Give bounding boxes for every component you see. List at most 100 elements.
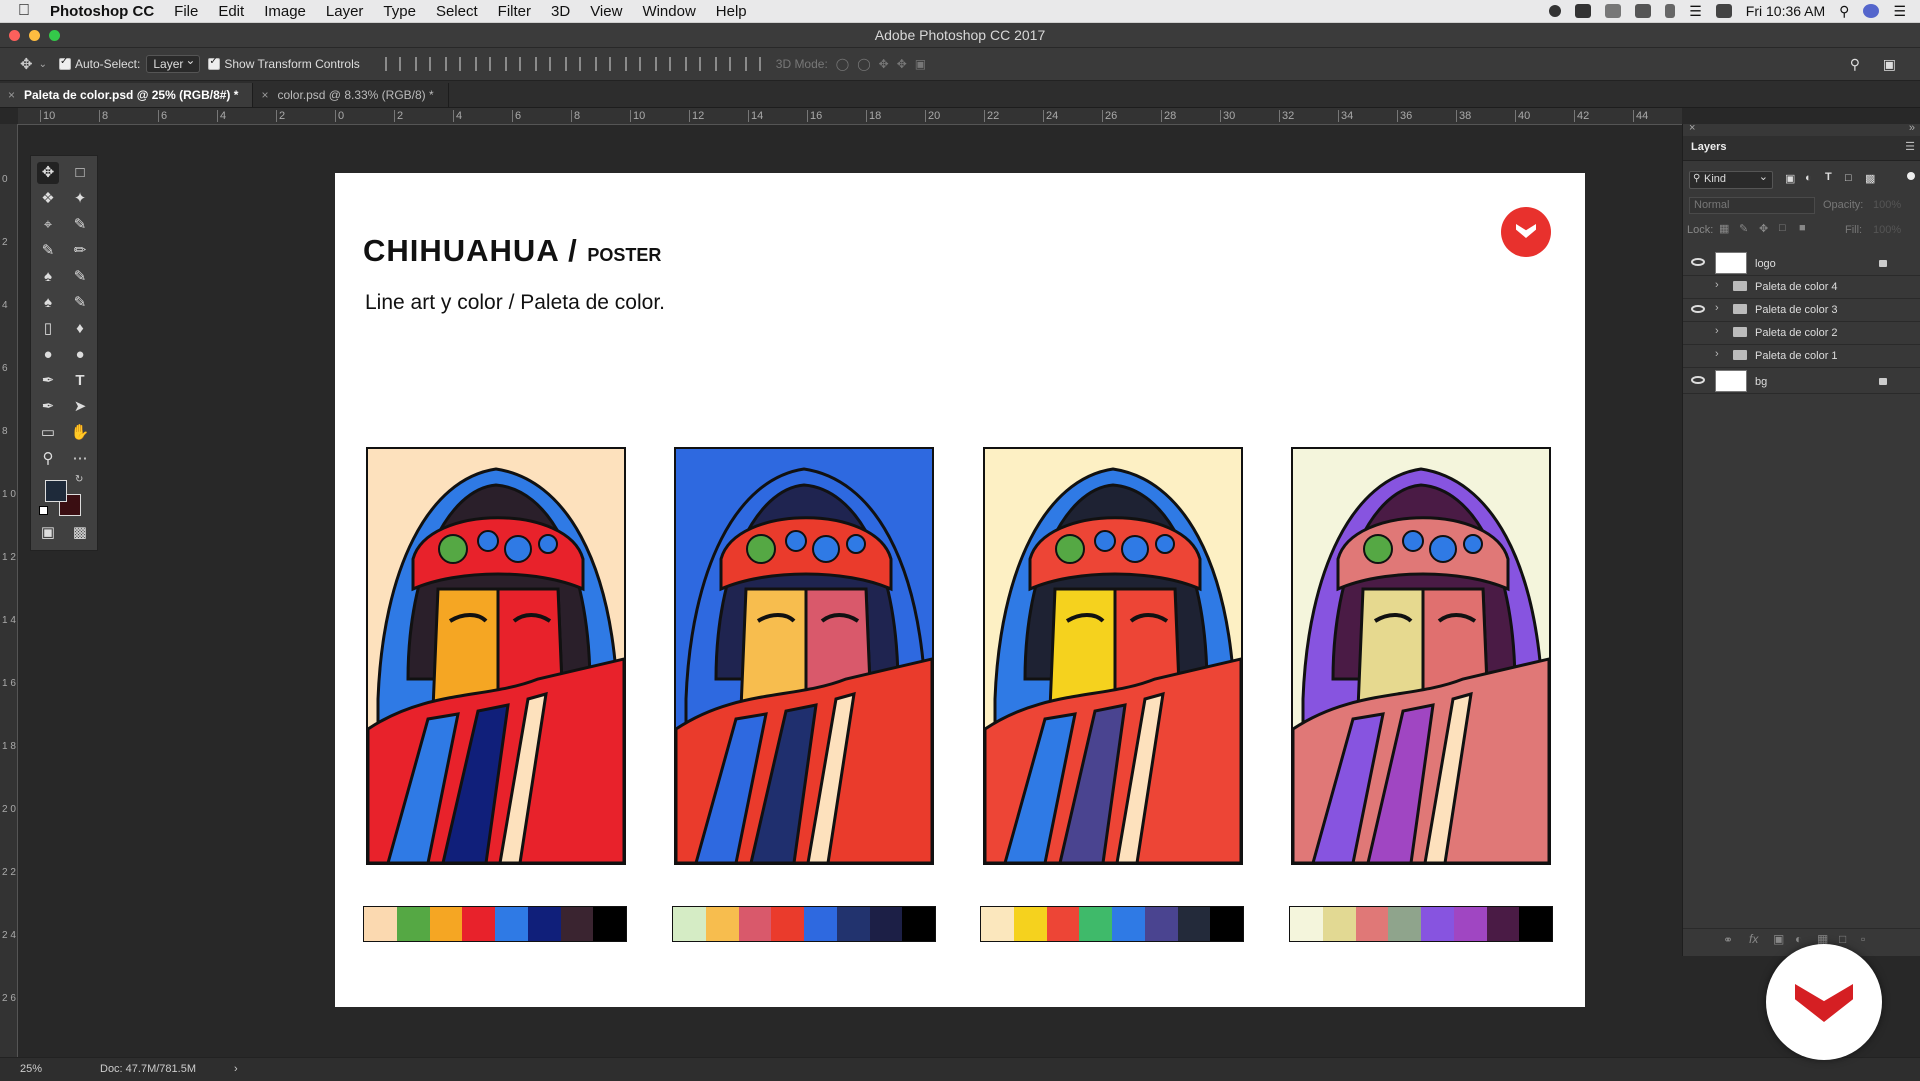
close-tab-icon[interactable]: ×	[8, 83, 15, 107]
lock-transparent-icon[interactable]: ▦	[1719, 222, 1729, 235]
3d-pan-icon[interactable]: ✥	[879, 57, 889, 71]
align-hcenter-icon[interactable]	[504, 57, 521, 71]
cloud-icon[interactable]	[1605, 4, 1622, 18]
horizontal-ruler[interactable]: 10 8 6 4 2 0 2 4 6 8 10 12 14 16 18 20 22 24 26 28 30 32 34 36 3…	[18, 108, 1682, 125]
lock-position-icon[interactable]: ✥	[1759, 222, 1768, 235]
document-canvas[interactable]: CHIHUAHUA / POSTER Line art y color / Pa…	[335, 173, 1585, 1007]
path-selection-tool-icon[interactable]: ➤	[69, 396, 91, 418]
default-colors-icon[interactable]	[39, 506, 48, 515]
app-status-icon[interactable]	[1575, 4, 1592, 18]
expand-chevron-icon[interactable]: ›	[1715, 325, 1719, 337]
align-vcenter-icon[interactable]	[414, 57, 431, 71]
apple-icon[interactable]: 	[18, 2, 30, 20]
align-top-icon[interactable]	[384, 57, 401, 71]
quick-mask-icon[interactable]: ▣	[37, 522, 59, 544]
spotlight-icon[interactable]: ⚲	[1839, 3, 1849, 20]
filter-pixel-icon[interactable]: ▣	[1785, 172, 1795, 185]
tab-paleta-de-color[interactable]: × Paleta de color.psd @ 25% (RGB/8#) *	[0, 83, 254, 107]
visibility-eye-icon[interactable]	[1691, 305, 1705, 313]
panel-close-icon[interactable]: ×	[1689, 122, 1695, 134]
panel-collapse-icon[interactable]: »	[1909, 122, 1915, 134]
move-tool-icon[interactable]: ✥	[37, 162, 59, 184]
align-right-icon[interactable]	[534, 57, 551, 71]
distribute-right-icon[interactable]	[714, 57, 731, 71]
marquee-tool-icon[interactable]: □	[69, 162, 91, 184]
more-tools-icon[interactable]: ⋯	[69, 448, 91, 470]
lock-artboard-icon[interactable]: □	[1779, 222, 1786, 234]
expand-chevron-icon[interactable]: ›	[1715, 279, 1719, 291]
menu-edit[interactable]: Edit	[218, 3, 244, 20]
distribute-hcenter-icon[interactable]	[684, 57, 701, 71]
add-mask-icon[interactable]: ▣	[1773, 932, 1784, 946]
workspace-icon[interactable]: ▣	[1883, 56, 1896, 73]
filter-shape-icon[interactable]: □	[1845, 172, 1852, 184]
siri-icon[interactable]	[1863, 4, 1880, 18]
visibility-toggle[interactable]	[1691, 326, 1705, 338]
crop-tool-icon[interactable]: ⌖	[37, 214, 59, 236]
layer-row[interactable]: logo	[1683, 249, 1920, 276]
auto-select-checkbox[interactable]	[58, 56, 71, 70]
menu-type[interactable]: Type	[383, 3, 416, 20]
menu-view[interactable]: View	[590, 3, 622, 20]
distribute-bottom-icon[interactable]	[624, 57, 641, 71]
dodge-tool-icon[interactable]: ●	[69, 344, 91, 366]
3d-slide-icon[interactable]: ✥	[897, 57, 907, 71]
layer-row[interactable]: › Paleta de color 4	[1683, 275, 1920, 299]
layer-style-icon[interactable]: fx	[1749, 932, 1758, 946]
zoom-level[interactable]: 25%	[20, 1058, 42, 1081]
show-transform-checkbox[interactable]	[208, 56, 221, 70]
filter-toggle-icon[interactable]	[1907, 172, 1915, 180]
wifi-icon[interactable]: ☰	[1689, 3, 1702, 20]
menu-filter[interactable]: Filter	[498, 3, 531, 20]
align-bottom-icon[interactable]	[444, 57, 461, 71]
tool-preset-chevron-icon[interactable]: ⌄	[39, 59, 47, 70]
distribute-vcenter-icon[interactable]	[594, 57, 611, 71]
swap-colors-icon[interactable]: ↻	[75, 474, 83, 485]
fill-input[interactable]: 100%	[1873, 224, 1901, 236]
delete-layer-icon[interactable]: ▫	[1861, 932, 1865, 946]
clock[interactable]: Fri 10:36 AM	[1746, 3, 1825, 19]
layer-row[interactable]: bg	[1683, 367, 1920, 394]
layer-row[interactable]: › Paleta de color 3	[1683, 298, 1920, 322]
brush-tool-icon[interactable]: ✏	[69, 240, 91, 262]
layers-tab[interactable]: Layers	[1691, 141, 1726, 153]
paint-bucket-tool-icon[interactable]: ♦	[69, 318, 91, 340]
rectangle-tool-icon[interactable]: ▭	[37, 422, 59, 444]
layer-row[interactable]: › Paleta de color 2	[1683, 321, 1920, 345]
record-icon[interactable]	[1549, 5, 1562, 17]
layer-row[interactable]: › Paleta de color 1	[1683, 344, 1920, 368]
visibility-eye-icon[interactable]	[1691, 258, 1705, 266]
visibility-eye-icon[interactable]	[1691, 376, 1705, 384]
blend-mode-dropdown[interactable]: Normal	[1689, 197, 1815, 214]
minimize-window-button[interactable]	[29, 30, 40, 41]
pen-anchor-tool-icon[interactable]: ✒	[37, 396, 59, 418]
magic-wand-tool-icon[interactable]: ✦	[69, 188, 91, 210]
menu-select[interactable]: Select	[436, 3, 478, 20]
menu-layer[interactable]: Layer	[326, 3, 364, 20]
move-tool-preset-icon[interactable]: ✥	[20, 55, 33, 73]
panel-menu-icon[interactable]: ☰	[1905, 140, 1915, 153]
notification-center-icon[interactable]: ☰	[1893, 3, 1906, 20]
adjustment-layer-icon[interactable]: ◐	[1795, 932, 1802, 946]
display-icon[interactable]	[1635, 4, 1652, 18]
close-window-button[interactable]	[9, 30, 20, 41]
3d-roll-icon[interactable]: ◯	[857, 57, 870, 71]
distribute-left-icon[interactable]	[654, 57, 671, 71]
blur-tool-icon[interactable]: ●	[37, 344, 59, 366]
visibility-toggle[interactable]	[1691, 280, 1705, 292]
align-left-icon[interactable]	[474, 57, 491, 71]
link-layers-icon[interactable]: ⚭	[1723, 933, 1733, 947]
foreground-color-swatch[interactable]	[45, 480, 67, 502]
menu-file[interactable]: File	[174, 3, 198, 20]
tab-color[interactable]: × color.psd @ 8.33% (RGB/8) *	[253, 83, 449, 107]
eraser-tool-icon[interactable]: ▯	[37, 318, 59, 340]
clone-stamp-tool-icon[interactable]: ♠	[37, 266, 59, 288]
history-brush-tool-icon[interactable]: ✎	[69, 266, 91, 288]
pen-tool-icon[interactable]: ✒	[37, 370, 59, 392]
expand-chevron-icon[interactable]: ›	[1715, 348, 1719, 360]
app-menu[interactable]: Photoshop CC	[50, 3, 154, 20]
stamp-tool-icon[interactable]: ♠	[37, 292, 59, 314]
airplay-icon[interactable]	[1715, 4, 1732, 18]
filter-kind-dropdown[interactable]: ⚲ Kind ⌄	[1689, 171, 1773, 189]
zoom-window-button[interactable]	[49, 30, 60, 41]
